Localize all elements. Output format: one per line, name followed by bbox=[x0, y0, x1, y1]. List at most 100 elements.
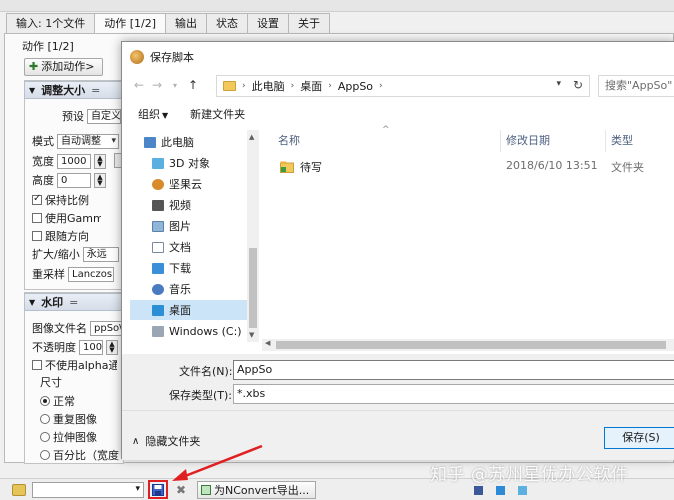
filename-label: 文件名(N): bbox=[179, 365, 233, 378]
watermark-header-title: 水印 bbox=[41, 296, 64, 309]
drag-handle-icon: = bbox=[69, 295, 79, 309]
nav-item-desktop[interactable]: 桌面 bbox=[130, 300, 248, 320]
nav-item-jianguoyun[interactable]: 坚果云 bbox=[130, 174, 248, 194]
document-icon bbox=[152, 241, 164, 253]
add-action-label: 添加动作> bbox=[41, 60, 95, 73]
scroll-down-icon[interactable]: ▼ bbox=[249, 331, 254, 339]
search-input[interactable]: 搜索"AppSo" bbox=[598, 75, 674, 97]
script-select[interactable] bbox=[32, 482, 144, 498]
file-list-hscrollbar[interactable]: ◀ bbox=[262, 339, 674, 351]
chevron-right-icon: › bbox=[290, 81, 295, 91]
size-group-label: 尺寸 bbox=[40, 376, 62, 389]
resample-select[interactable]: Lanczos bbox=[68, 266, 114, 282]
preset-select[interactable]: 自定义 bbox=[87, 108, 121, 124]
nav-item-label: 文档 bbox=[169, 241, 191, 254]
radio-stretch-label: 拉伸图像 bbox=[53, 431, 97, 444]
nav-item-pictures[interactable]: 图片 bbox=[130, 216, 248, 236]
nav-item-label: 下载 bbox=[169, 262, 191, 275]
nav-item-music[interactable]: 音乐 bbox=[130, 279, 248, 299]
dialog-titlebar: 保存脚本 bbox=[122, 42, 674, 72]
breadcrumb-appso[interactable]: AppSo bbox=[338, 80, 373, 93]
resize-section-header[interactable]: ▼ 调整大小 = bbox=[24, 81, 124, 99]
forward-arrow-icon[interactable]: → bbox=[148, 78, 166, 92]
column-divider[interactable] bbox=[605, 130, 606, 152]
nav-item-downloads[interactable]: 下载 bbox=[130, 258, 248, 278]
hide-folders-toggle[interactable]: ∧ 隐藏文件夹 bbox=[132, 433, 200, 449]
column-header-date[interactable]: 修改日期 bbox=[506, 132, 550, 148]
use-gamma-checkbox[interactable] bbox=[32, 213, 42, 223]
up-arrow-icon[interactable]: ↑ bbox=[184, 78, 202, 92]
new-folder-button[interactable]: 新建文件夹 bbox=[190, 106, 245, 122]
filename-form: 文件名(N): AppSo 保存类型(T): *.xbs bbox=[122, 354, 674, 410]
drive-icon bbox=[152, 325, 164, 337]
no-alpha-checkbox[interactable] bbox=[32, 360, 42, 370]
use-gamma-label: 使用Gamma纠正 bbox=[45, 212, 101, 225]
back-arrow-icon[interactable]: ← bbox=[130, 78, 148, 92]
main-tabbar: 输入: 1个文件 动作 [1/2] 输出 状态 设置 关于 bbox=[6, 13, 330, 34]
no-alpha-row: 不使用alpha通 bbox=[32, 357, 117, 373]
scale-label: 扩大/缩小 bbox=[32, 248, 80, 261]
filetype-select[interactable]: *.xbs bbox=[233, 384, 674, 404]
nav-item-label: 图片 bbox=[169, 220, 191, 233]
opacity-input[interactable]: 100 bbox=[79, 339, 103, 355]
nav-item-3d-objects[interactable]: 3D 对象 bbox=[130, 153, 248, 173]
breadcrumb-desktop[interactable]: 桌面 bbox=[300, 78, 322, 94]
radio-percent[interactable] bbox=[40, 450, 50, 460]
opacity-spinner[interactable]: ▲ ▼ bbox=[106, 339, 118, 355]
width-spinner[interactable]: ▲ ▼ bbox=[94, 153, 106, 169]
follow-direction-row: 跟随方向 bbox=[32, 228, 89, 244]
nav-item-videos[interactable]: 视频 bbox=[130, 195, 248, 215]
nav-scroll-thumb[interactable] bbox=[249, 248, 257, 328]
image-file-input[interactable]: ppSo\ bbox=[90, 320, 124, 336]
nav-item-windows-c[interactable]: Windows (C:) bbox=[130, 321, 248, 341]
file-date: 2018/6/10 13:51 bbox=[506, 159, 598, 172]
radio-percent-row: 百分比（宽度 bbox=[40, 447, 121, 463]
address-dropdown-icon[interactable]: ▾ bbox=[556, 79, 561, 89]
app-logo-icon bbox=[130, 50, 144, 64]
nav-item-documents[interactable]: 文档 bbox=[130, 237, 248, 257]
save-button[interactable]: 保存(S) bbox=[604, 427, 674, 449]
breadcrumb-this-pc[interactable]: 此电脑 bbox=[252, 78, 285, 94]
tab-input[interactable]: 输入: 1个文件 bbox=[6, 13, 96, 33]
tab-actions[interactable]: 动作 [1/2] bbox=[94, 13, 166, 34]
export-nconvert-button[interactable]: 为NConvert导出... bbox=[197, 481, 317, 499]
folder-icon[interactable] bbox=[12, 484, 26, 496]
mode-select[interactable]: 自动调整 bbox=[57, 133, 119, 149]
save-script-button[interactable] bbox=[148, 480, 168, 499]
column-header-name[interactable]: 名称 bbox=[278, 132, 300, 148]
height-input[interactable]: 0 bbox=[57, 172, 91, 188]
tab-output[interactable]: 输出 bbox=[165, 13, 207, 33]
scale-select[interactable]: 永远 bbox=[82, 246, 119, 262]
organize-button[interactable]: 组织 ▼ bbox=[138, 106, 168, 122]
mode-row: 模式 自动调整 bbox=[32, 133, 119, 149]
radio-repeat[interactable] bbox=[40, 414, 50, 424]
column-divider[interactable] bbox=[500, 130, 501, 152]
width-label: 宽度 bbox=[32, 155, 54, 168]
filename-input[interactable]: AppSo bbox=[233, 360, 674, 380]
watermark-section-header[interactable]: ▼ 水印 = bbox=[24, 293, 124, 311]
radio-normal-label: 正常 bbox=[53, 395, 75, 408]
width-input[interactable]: 1000 bbox=[57, 153, 91, 169]
refresh-icon[interactable]: ↻ bbox=[573, 78, 583, 92]
address-bar[interactable]: › 此电脑 › 桌面 › AppSo › ▾ ↻ bbox=[216, 75, 590, 97]
file-row[interactable]: 待写 2018/6/10 13:51 文件夹 bbox=[262, 155, 674, 177]
nav-pane-scrollbar[interactable]: ▲ ▼ bbox=[247, 130, 259, 342]
hscroll-thumb[interactable] bbox=[276, 341, 666, 349]
recent-dropdown-icon[interactable]: ▾ bbox=[166, 81, 184, 90]
scroll-up-icon[interactable]: ▲ bbox=[249, 133, 254, 141]
tab-about[interactable]: 关于 bbox=[288, 13, 330, 33]
tab-settings[interactable]: 设置 bbox=[247, 13, 289, 33]
column-header-type[interactable]: 类型 bbox=[611, 132, 633, 148]
delete-script-icon[interactable]: ✖ bbox=[174, 483, 188, 497]
radio-stretch[interactable] bbox=[40, 432, 50, 442]
tab-status[interactable]: 状态 bbox=[206, 13, 248, 33]
add-action-button[interactable]: ✚ 添加动作> bbox=[24, 58, 104, 76]
nav-item-this-pc[interactable]: 此电脑 bbox=[130, 132, 248, 152]
scroll-left-icon[interactable]: ◀ bbox=[265, 339, 270, 347]
radio-normal[interactable] bbox=[40, 396, 50, 406]
height-spinner[interactable]: ▲ ▼ bbox=[94, 172, 106, 188]
keep-ratio-checkbox[interactable] bbox=[32, 193, 42, 205]
nav-item-label: 音乐 bbox=[169, 283, 191, 296]
follow-direction-checkbox[interactable] bbox=[32, 231, 42, 241]
follow-direction-label: 跟随方向 bbox=[45, 230, 89, 243]
